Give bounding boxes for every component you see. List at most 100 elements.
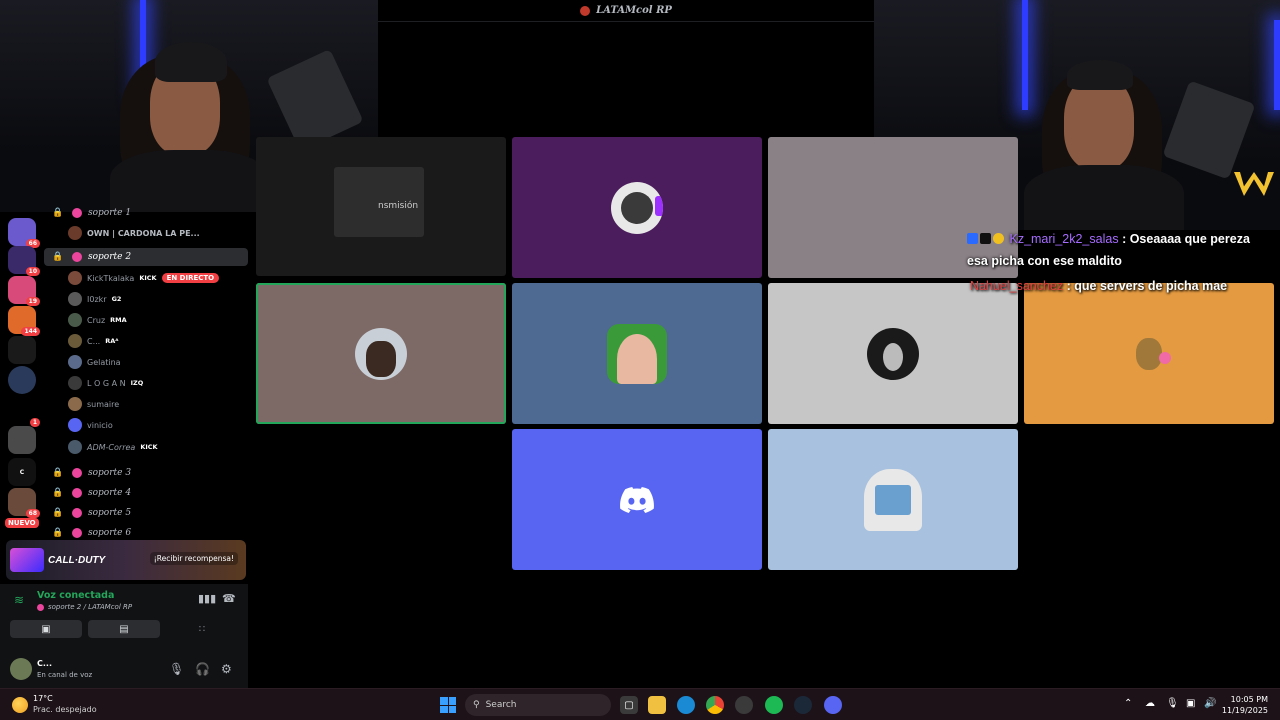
voice-channel-soporte-3[interactable]: 🔒 soporte 3	[44, 464, 248, 482]
screen-share-tile[interactable]: nsmisión	[256, 137, 506, 276]
voice-member[interactable]: KickTkalaka KICK EN DIRECTO	[68, 269, 220, 287]
microphone-icon[interactable]: 🎙	[169, 662, 184, 676]
participant-tile-7[interactable]	[512, 429, 762, 570]
participant-tile-4[interactable]	[512, 283, 762, 424]
screen-share-button[interactable]: ▤	[88, 620, 160, 638]
member-name: KickTkalaka	[87, 273, 135, 283]
participant-tile-1[interactable]	[512, 137, 762, 278]
activities-button[interactable]: ∷	[166, 620, 238, 638]
voice-channel-soporte-2[interactable]: 🔒 soporte 2	[44, 248, 248, 266]
promo-thumbnail	[10, 548, 44, 572]
promo-banner[interactable]: CALL·DUTY ¡Recibir recompensa!	[6, 540, 246, 580]
steam-icon[interactable]	[794, 696, 812, 714]
voice-member[interactable]: OWN | CARDONA LA PE...	[68, 224, 200, 242]
channel-emoji-icon	[72, 208, 82, 218]
voice-channel-soporte-6[interactable]: 🔒 soporte 6	[44, 524, 248, 540]
discord-logo-icon	[620, 486, 654, 513]
chat-text: : que servers de picha mae	[1066, 279, 1228, 293]
member-tag: IZQ	[130, 379, 144, 387]
claim-reward-button[interactable]: ¡Recibir recompensa!	[149, 552, 238, 565]
chat-username: Kz_mari_2k2_salas	[1009, 232, 1119, 246]
avatar	[68, 397, 82, 411]
voice-channel-soporte-4[interactable]: 🔒 soporte 4	[44, 484, 248, 502]
lock-icon: 🔒	[52, 508, 64, 518]
avatar	[1123, 327, 1175, 380]
participant-tile-3[interactable]	[256, 283, 506, 424]
server-icon[interactable]: C	[8, 458, 36, 486]
chrome-icon[interactable]	[706, 696, 724, 714]
voice-member[interactable]: vinicio	[68, 416, 113, 434]
chat-message-1: Kz_mari_2k2_salas : Oseaaaa que pereza	[967, 232, 1250, 246]
voice-status: Voz conectada	[37, 590, 115, 601]
tray-app-icon[interactable]: ☁	[1145, 698, 1155, 709]
channel-emoji-icon	[72, 252, 82, 262]
user-avatar[interactable]	[10, 658, 32, 680]
server-icon[interactable]: 19	[8, 276, 40, 306]
lock-icon: 🔒	[52, 528, 64, 538]
member-name: OWN | CARDONA LA PE...	[87, 228, 200, 238]
server-icon	[580, 5, 591, 16]
participant-tile-6[interactable]	[1024, 283, 1274, 424]
voice-member[interactable]: Gelatina	[68, 353, 121, 371]
disconnect-icon[interactable]: ☎	[222, 592, 236, 605]
lock-icon: 🔒	[52, 208, 64, 218]
voice-member[interactable]: C... RAᴬ	[68, 332, 118, 350]
server-icon[interactable]	[8, 366, 36, 394]
voice-member[interactable]: Cruz RMA	[68, 311, 127, 329]
lock-icon: 🔒	[52, 488, 64, 498]
voice-channel-soporte-1[interactable]: 🔒 soporte 1	[44, 204, 248, 222]
server-icon[interactable]	[8, 336, 36, 364]
member-tag: KICK	[140, 443, 158, 451]
tray-chevron-icon[interactable]: ⌃	[1124, 698, 1132, 709]
spotify-icon[interactable]	[765, 696, 783, 714]
voice-member[interactable]: I0zkr G2	[68, 290, 121, 308]
channel-emoji-icon	[37, 603, 44, 611]
noise-suppression-icon[interactable]: ▮▮▮	[198, 592, 216, 605]
channel-emoji-icon	[72, 488, 82, 498]
voice-channel-info[interactable]: soporte 2 / LATAMcol RP	[37, 603, 132, 611]
system-clock[interactable]: 10:05 PM 11/19/2025	[1222, 694, 1268, 716]
voice-member[interactable]: ADM-Correa KICK	[68, 438, 158, 456]
task-view-icon[interactable]: ▢	[620, 696, 638, 714]
settings-gear-icon[interactable]: ⚙	[221, 662, 232, 676]
notification-badge: 19	[25, 297, 40, 306]
network-icon[interactable]: ▣	[1186, 698, 1195, 709]
server-icon[interactable]: 68	[8, 488, 40, 518]
discord-icon[interactable]	[824, 696, 842, 714]
avatar	[68, 334, 82, 348]
avatar	[68, 292, 82, 306]
discord-stream-screen: LATAMcol RP nsmisión Kz_mari_2k2_salas:…	[0, 0, 1280, 720]
badge-icon	[993, 233, 1004, 244]
voice-channel-soporte-5[interactable]: 🔒 soporte 5	[44, 504, 248, 522]
screen-share-icon: ▤	[119, 623, 129, 635]
obs-icon[interactable]	[735, 696, 753, 714]
headphones-icon[interactable]: 🎧	[195, 662, 210, 676]
channel-emoji-icon	[72, 468, 82, 478]
weather-icon[interactable]	[12, 697, 28, 713]
server-icon[interactable]: 66	[8, 218, 40, 248]
avatar	[68, 355, 82, 369]
file-explorer-icon[interactable]	[648, 696, 666, 714]
tray-mic-icon[interactable]: 🎙	[1166, 698, 1179, 709]
edge-icon[interactable]	[677, 696, 695, 714]
avatar	[68, 226, 82, 240]
activities-icon: ∷	[198, 623, 206, 635]
chat-text: : Oseaaaa que pereza	[1122, 232, 1250, 246]
user-name: C...	[37, 659, 52, 668]
channel-name: soporte 2	[88, 252, 132, 262]
taskbar-search[interactable]: ⚲ Search	[465, 694, 611, 716]
voice-member[interactable]: sumaire	[68, 395, 119, 413]
weather-description: Prac. despejado	[33, 705, 97, 714]
start-button[interactable]	[440, 697, 456, 713]
camera-button[interactable]: ▣	[10, 620, 82, 638]
participant-tile-5[interactable]	[768, 283, 1018, 424]
voice-member[interactable]: L O G A N IZQ	[68, 374, 143, 392]
volume-icon[interactable]: 🔊	[1204, 698, 1216, 709]
participant-tile-8[interactable]	[768, 429, 1018, 570]
member-name: sumaire	[87, 399, 120, 409]
notification-badge: 68	[25, 509, 40, 518]
server-icon[interactable]: 10	[8, 246, 40, 276]
server-icon[interactable]: 144	[8, 306, 40, 336]
server-icon[interactable]: 1	[8, 418, 40, 454]
channel-name: soporte 1	[88, 208, 132, 218]
